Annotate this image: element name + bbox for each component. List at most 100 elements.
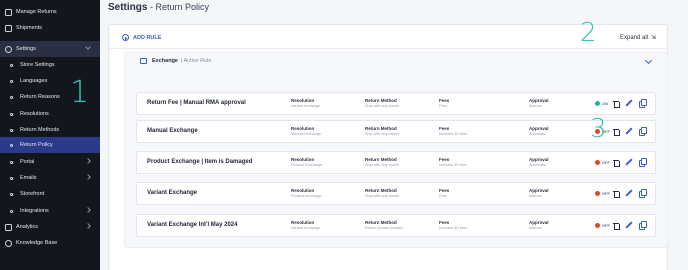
returns-icon (5, 8, 12, 16)
sidebar-item-return-policy[interactable]: Return Policy (0, 137, 100, 153)
rule-name: Variant Exchange (147, 190, 198, 196)
rule-name: Manual Exchange (147, 128, 198, 134)
sidebar-item-integrations[interactable]: Integrations (0, 203, 100, 219)
status-toggle[interactable]: ON (595, 101, 608, 106)
copy-icon[interactable] (639, 99, 647, 108)
sidebar-item-label: Return Reasons (20, 94, 60, 100)
sidebar-item-label: Return Policy (20, 142, 53, 148)
bullet-icon (10, 192, 13, 196)
status-label: ON (602, 101, 608, 106)
sidebar-item-label: Shipments (16, 25, 42, 31)
edit-icon[interactable] (626, 100, 632, 107)
bullet-icon (10, 112, 13, 116)
trash-icon[interactable] (613, 159, 620, 167)
col-heading: Approval (529, 126, 549, 131)
sidebar-item-return-methods[interactable]: Return Methods (0, 122, 100, 138)
rule-name: Return Fee | Manual RMA approval (147, 100, 246, 106)
rule-group-header[interactable]: Exchange | Active Rule (140, 58, 211, 64)
chevron-right-icon (85, 207, 91, 213)
rule-return-method: Return Method Return Across location (365, 220, 403, 230)
rule-row[interactable]: Variant Exchange Resolution Product excha… (136, 182, 656, 205)
sidebar-item-label: Storefront (20, 191, 45, 197)
sidebar-item-label: Integrations (20, 208, 49, 214)
sidebar-item-emails[interactable]: Emails (0, 170, 100, 186)
expand-all-button[interactable]: Expand all ⇲ (620, 34, 656, 42)
sidebar-item-label: Return Methods (20, 127, 60, 133)
expand-all-label: Expand all (620, 34, 649, 41)
rule-fees: Fees Includes 4H fees (439, 126, 467, 136)
col-value: Ship with any carrier (365, 104, 400, 108)
trash-icon[interactable] (613, 190, 620, 198)
rule-approval: Approval Automatic (529, 157, 549, 167)
rule-return-method: Return Method Ship with any carrier (365, 98, 399, 108)
col-heading: Fees (439, 98, 450, 103)
rule-row[interactable]: Product Exchange | Item is Damaged Resol… (136, 151, 656, 174)
copy-icon[interactable] (639, 127, 647, 136)
status-toggle[interactable]: OFF (595, 191, 610, 196)
annotation-number-three: 3 (590, 114, 607, 144)
rule-row[interactable]: Return Fee | Manual RMA approval Resolut… (136, 92, 656, 115)
col-heading: Resolution (291, 98, 315, 103)
col-value: Product exchange (291, 194, 322, 198)
col-heading: Resolution (291, 220, 315, 225)
sidebar-item-label: Settings (16, 46, 36, 52)
col-value: Ship with any carrier (365, 194, 400, 198)
col-value: Fees (439, 104, 448, 108)
copy-icon[interactable] (639, 221, 647, 230)
rule-return-method: Return Method Ship with any carrier (365, 188, 399, 198)
rule-fees: Fees Includes 4H fees (439, 157, 467, 167)
sidebar-item-knowledge-base[interactable]: Knowledge Base (0, 235, 100, 251)
copy-icon[interactable] (639, 189, 647, 198)
copy-icon[interactable] (639, 158, 647, 167)
col-value: Automatic (529, 163, 546, 167)
add-rule-button[interactable]: ADD RULE (122, 34, 161, 41)
sidebar-item-storefront[interactable]: Storefront (0, 186, 100, 202)
rule-resolution: Resolution Manual exchange (291, 126, 321, 136)
rule-resolution: Resolution Variant exchange (291, 220, 320, 230)
rule-name: Product Exchange | Item is Damaged (147, 159, 253, 165)
col-heading: Resolution (291, 157, 315, 162)
col-value: Includes 4H fees (439, 132, 468, 136)
trash-icon[interactable] (613, 128, 620, 136)
sidebar-item-settings[interactable]: Settings (0, 41, 100, 57)
sidebar-item-label: Analytics (16, 224, 39, 230)
edit-icon[interactable] (626, 159, 632, 166)
chevron-down-icon (85, 44, 91, 50)
status-toggle[interactable]: OFF (595, 223, 610, 228)
edit-icon[interactable] (626, 222, 632, 229)
col-value: Manual (529, 104, 542, 108)
col-heading: Return Method (365, 157, 397, 162)
plus-icon (122, 34, 129, 41)
col-heading: Return Method (365, 220, 397, 225)
col-value: Return Across location (365, 226, 403, 230)
annotation-number-two: 2 (580, 18, 597, 48)
status-toggle[interactable]: OFF (595, 160, 610, 165)
col-heading: Resolution (291, 126, 315, 131)
status-dot (595, 160, 600, 165)
col-heading: Approval (529, 220, 549, 225)
sidebar-item-store-settings[interactable]: Store Settings (0, 57, 100, 73)
edit-icon[interactable] (626, 128, 632, 135)
bullet-icon (10, 128, 13, 132)
trash-icon[interactable] (613, 100, 620, 108)
page-title: Settings - Return Policy (108, 2, 209, 13)
sidebar-item-analytics[interactable]: Analytics (0, 219, 100, 235)
sidebar-item-portal[interactable]: Portal (0, 154, 100, 170)
sidebar-item-label: Resolutions (20, 111, 49, 117)
status-dot (595, 223, 600, 228)
sidebar-item-shipments[interactable]: Shipments (0, 20, 100, 36)
rule-row[interactable]: Manual Exchange Resolution Manual exchang… (136, 120, 656, 143)
sidebar-item-manage-returns[interactable]: Manage Returns (0, 4, 100, 20)
rule-fees: Fees Free (439, 188, 449, 198)
rule-fees: Fees Includes 4H fees (439, 220, 467, 230)
sidebar-item-label: Emails (20, 175, 37, 181)
sidebar-item-label: Portal (20, 159, 35, 165)
col-heading: Return Method (365, 126, 397, 131)
trash-icon[interactable] (613, 222, 620, 230)
rule-row[interactable]: Variant Exchange Int'l May 2024 Resoluti… (136, 214, 656, 237)
exchange-icon (140, 58, 147, 64)
chevron-right-icon (85, 174, 91, 180)
rule-approval: Approval Manual (529, 98, 549, 108)
edit-icon[interactable] (626, 190, 632, 197)
page-title-main: Settings (108, 2, 148, 13)
